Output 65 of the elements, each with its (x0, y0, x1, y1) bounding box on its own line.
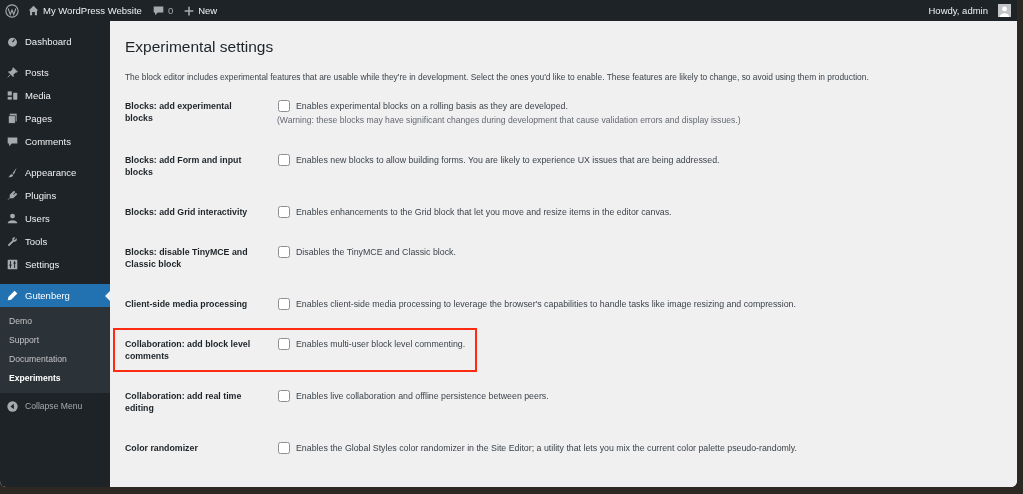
setting-description: Enables client-side media processing to leverage the browser's capabilities to handle tasks like image resizing and compression. (296, 298, 796, 310)
comment-count: 0 (167, 5, 174, 16)
setting-description: Enables the Global Styles color randomizer in the Site Editor; a utility that lets you mix the current color palette pseudo-randomly. (296, 442, 798, 454)
warning-note: (Warning: these blocks may have significant changes during development that cause validation errors and display issues.) (277, 114, 741, 126)
plus-icon (184, 5, 195, 16)
wordpress-logo[interactable] (5, 3, 19, 18)
plug-icon (7, 190, 18, 201)
setting-label: Client-side media processing (125, 298, 249, 310)
account-link[interactable]: Howdy, admin (928, 4, 1011, 17)
sidebar-item[interactable]: Tools (0, 230, 110, 253)
submenu-item[interactable]: Documentation (0, 350, 110, 369)
page-title: Experimental settings (125, 37, 274, 57)
gauge-icon (7, 36, 18, 47)
collapse-menu-button[interactable]: Collapse Menu (0, 395, 110, 417)
site-name-link[interactable]: My WordPress Website (28, 5, 142, 16)
avatar-icon (998, 4, 1011, 17)
sidebar-item[interactable]: Settings (0, 253, 110, 276)
submenu-item[interactable]: Experiments (0, 369, 110, 388)
setting-label: Color randomizer (125, 442, 199, 454)
sliders-icon (7, 259, 18, 270)
home-icon (28, 5, 39, 16)
comments-link[interactable]: 0 (152, 5, 174, 16)
checkbox[interactable] (278, 100, 290, 112)
wrench-icon (7, 236, 18, 247)
collapse-icon (7, 400, 18, 412)
pencil-icon (7, 290, 18, 301)
brush-icon (7, 167, 18, 178)
checkbox[interactable] (278, 298, 290, 310)
checkbox[interactable] (278, 338, 290, 350)
comment-icon (152, 5, 164, 16)
media-icon (7, 90, 18, 101)
setting-label: Blocks: disable TinyMCE and Classic block (125, 246, 249, 270)
setting-description: Disables the TinyMCE and Classic block. (296, 246, 456, 258)
sidebar-item[interactable]: Appearance (0, 161, 110, 184)
sidebar-item[interactable]: Plugins (0, 184, 110, 207)
comment-icon (7, 136, 18, 147)
submenu-item[interactable]: Demo (0, 312, 110, 331)
setting-label: Collaboration: add real time editing (125, 390, 243, 414)
sidebar-item[interactable]: Dashboard (0, 30, 110, 53)
setting-description: Enables enhancements to the Grid block that let you move and resize items in the editor canvas. (296, 206, 672, 218)
sidebar-item[interactable]: Pages (0, 107, 110, 130)
intro-text: The block editor includes experimental features that are usable while they're in development. Select the ones you'd like to enable. These features are likely to change, so avoid using them in production. (125, 71, 869, 83)
sidebar-item[interactable]: Comments (0, 130, 110, 153)
setting-label: Collaboration: add block level comments (125, 338, 252, 362)
pages-icon (7, 113, 18, 124)
new-link[interactable]: New (184, 5, 218, 16)
sidebar-item[interactable]: Users (0, 207, 110, 230)
setting-description: Enables multi-user block level commenting. (296, 338, 466, 350)
pushpin-icon (7, 67, 18, 78)
setting-description: Enables experimental blocks on a rolling basis as they are developed. (296, 100, 568, 112)
setting-label: Blocks: add Form and input blocks (125, 154, 243, 178)
sidebar-item[interactable]: Gutenberg (0, 284, 110, 307)
setting-label: Blocks: add Grid interactivity (125, 206, 249, 218)
setting-description: Enables new blocks to allow building forms. You are likely to experience UX issues that are being addressed. (296, 154, 720, 166)
sidebar-item[interactable]: Posts (0, 61, 110, 84)
setting-description: Enables live collaboration and offline persistence between peers. (296, 390, 549, 402)
checkbox[interactable] (278, 154, 290, 166)
checkbox[interactable] (278, 442, 290, 454)
submenu-item[interactable]: Support (0, 331, 110, 350)
setting-label: Blocks: add experimental blocks (125, 100, 233, 124)
sidebar-item[interactable]: Media (0, 84, 110, 107)
checkbox[interactable] (278, 246, 290, 258)
checkbox[interactable] (278, 390, 290, 402)
checkbox[interactable] (278, 206, 290, 218)
user-icon (7, 213, 18, 224)
